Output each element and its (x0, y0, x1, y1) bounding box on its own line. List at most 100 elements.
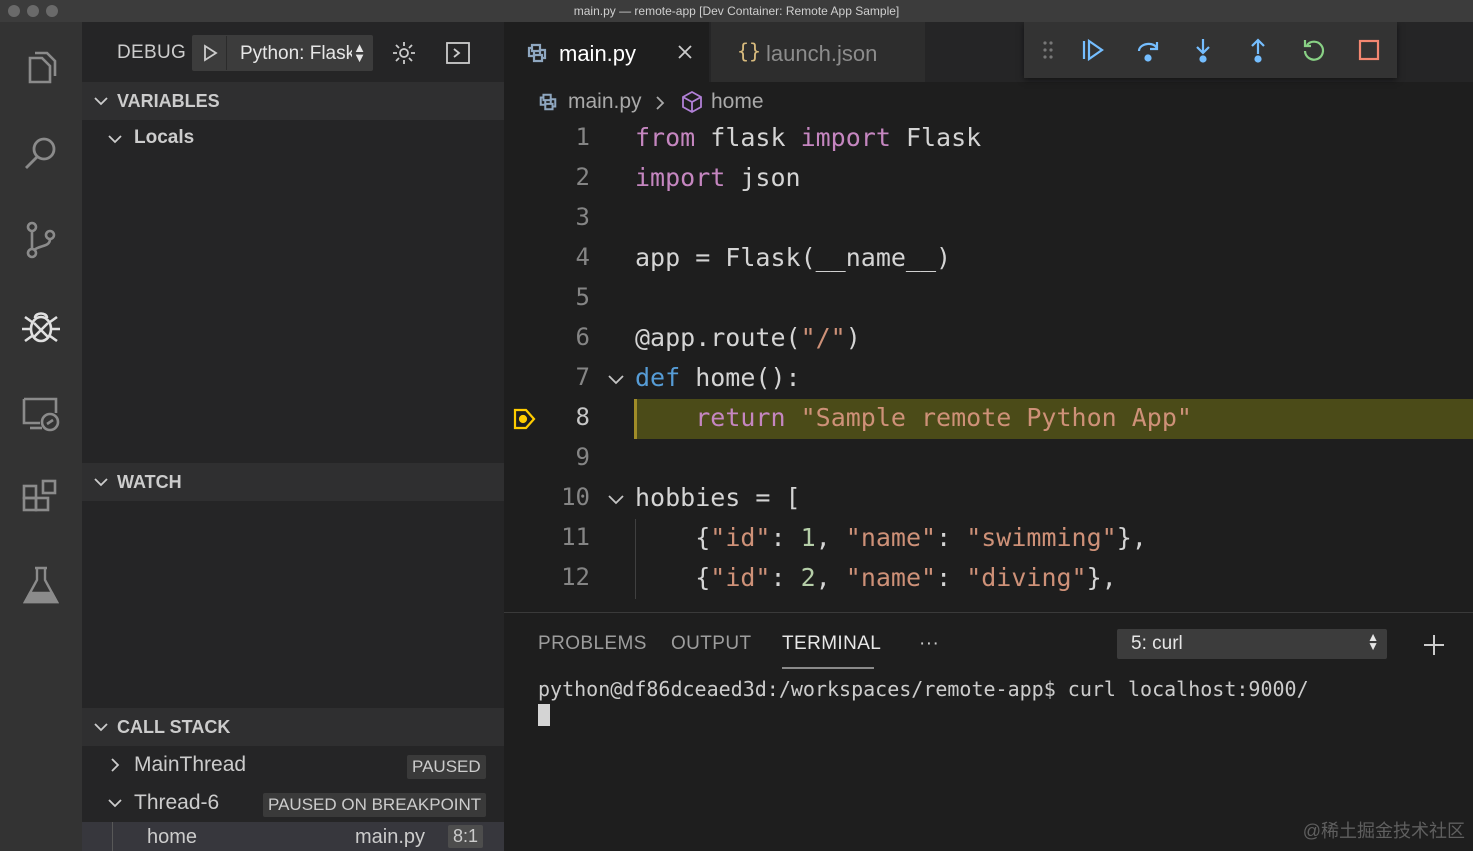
call-stack-section-header[interactable]: CALL STACK (82, 708, 504, 746)
tab-problems[interactable]: PROBLEMS (538, 633, 647, 655)
fold-chevron-icon[interactable] (606, 371, 626, 389)
editor-area: main.py {} launch.json main.py home 1 fr… (504, 22, 1473, 611)
tab-terminal[interactable]: TERMINAL (782, 633, 881, 655)
close-icon[interactable] (676, 43, 694, 61)
debug-icon[interactable] (16, 301, 66, 351)
thread-row-thread-6[interactable]: Thread-6 PAUSED ON BREAKPOINT (82, 784, 504, 822)
watch-section-header[interactable]: WATCH (82, 463, 504, 501)
line-number: 1 (575, 123, 590, 151)
line-code: return "Sample remote Python App" (695, 403, 1192, 432)
locals-scope[interactable]: Locals (82, 120, 504, 158)
code-line: 1 from flask import Flask (504, 119, 1473, 159)
start-debugging-button[interactable] (193, 36, 227, 70)
gear-icon[interactable] (386, 35, 422, 71)
new-terminal-button[interactable] (1418, 629, 1450, 661)
tab-label: launch.json (766, 41, 878, 66)
play-icon (203, 44, 218, 62)
line-number: 10 (561, 483, 590, 511)
more-actions-button[interactable]: ··· (919, 633, 939, 655)
continue-icon (1082, 38, 1104, 62)
watermark: @稀土掘金技术社区 (1302, 821, 1465, 841)
variables-section-header[interactable]: VARIABLES (82, 82, 504, 120)
source-control-icon[interactable] (16, 215, 66, 265)
code-line: 3 (504, 199, 1473, 239)
stop-button[interactable] (1354, 35, 1384, 65)
fold-chevron-icon[interactable] (606, 491, 626, 509)
search-icon[interactable] (16, 128, 66, 178)
stack-frame-row[interactable]: home main.py 8:1 (82, 822, 504, 851)
debug-toolbar: DEBUG Python: Flask ▲ ▼ (82, 22, 504, 82)
frame-file: main.py (355, 826, 426, 848)
active-tab-indicator (782, 667, 874, 669)
breadcrumb-file[interactable]: main.py (568, 90, 642, 114)
editor-tabs: main.py {} launch.json (504, 22, 1473, 82)
tab-main-py[interactable]: main.py (504, 22, 709, 82)
continue-button[interactable] (1078, 35, 1108, 65)
thread-name: MainThread (134, 753, 247, 776)
debug-console-icon[interactable] (440, 35, 476, 71)
line-number: 3 (575, 203, 590, 231)
restart-icon (1303, 40, 1325, 61)
select-arrows-icon: ▲ ▼ (353, 40, 366, 65)
tab-output[interactable]: OUTPUT (671, 633, 752, 655)
tab-label: main.py (559, 41, 637, 66)
line-number: 4 (575, 243, 590, 271)
chevron-down-icon (94, 478, 108, 487)
watch-title: WATCH (117, 472, 182, 492)
drag-handle-icon[interactable] (1042, 40, 1054, 60)
restart-button[interactable] (1299, 35, 1329, 65)
chevron-right-icon (656, 96, 665, 110)
step-out-button[interactable] (1243, 35, 1273, 65)
tab-launch-json[interactable]: {} launch.json (711, 22, 925, 82)
code-line: 10 hobbies = [ (504, 479, 1473, 519)
line-number: 8 (575, 403, 590, 431)
line-code: app = Flask(__name__) (635, 243, 952, 272)
code-line: 5 (504, 279, 1473, 319)
breadcrumb-symbol[interactable]: home (711, 90, 764, 114)
code-line: 12 {"id": 2, "name": "diving"}, (504, 559, 1473, 599)
line-number: 7 (575, 363, 590, 391)
step-over-button[interactable] (1133, 35, 1163, 65)
code-line: 9 (504, 439, 1473, 479)
python-file-icon (527, 43, 547, 63)
code-line: 6 @app.route("/") (504, 319, 1473, 359)
code-line: 4 app = Flask(__name__) (504, 239, 1473, 279)
terminal-command: curl localhost:9000/ (1055, 677, 1309, 701)
line-code: {"id": 1, "name": "swimming"}, (635, 523, 1147, 552)
step-out-icon (1251, 38, 1265, 63)
select-arrows-icon: ▲ ▼ (1367, 630, 1379, 653)
line-number: 11 (561, 523, 590, 551)
launch-config-name: Python: Flask (240, 43, 352, 64)
debug-sidebar: DEBUG Python: Flask ▲ ▼ VARIABLES Locals … (82, 22, 504, 851)
line-code: from flask import Flask (635, 123, 982, 152)
line-code: @app.route("/") (635, 323, 861, 352)
remote-explorer-icon[interactable] (16, 388, 66, 438)
line-code: {"id": 2, "name": "diving"}, (635, 563, 1117, 592)
thread-state-badge: PAUSED (407, 755, 486, 779)
step-into-button[interactable] (1188, 35, 1218, 65)
step-over-icon (1137, 42, 1159, 62)
debug-floating-toolbar (1024, 22, 1397, 78)
variables-title: VARIABLES (117, 91, 220, 111)
line-number: 9 (575, 443, 590, 471)
test-flask-icon[interactable] (16, 560, 66, 610)
current-line: 8 return "Sample remote Python App" (504, 399, 1473, 439)
code-line: 2 import json (504, 159, 1473, 199)
title-bar: main.py — remote-app [Dev Container: Rem… (0, 0, 1473, 22)
chevron-down-icon (94, 723, 108, 732)
extensions-icon[interactable] (16, 474, 66, 524)
step-into-icon (1196, 39, 1210, 63)
thread-row-mainthread[interactable]: MainThread PAUSED (82, 746, 504, 784)
locals-label: Locals (134, 127, 195, 148)
bottom-panel: PROBLEMS OUTPUT TERMINAL ··· 5: curl ▲ ▼ … (504, 612, 1473, 851)
thread-state-badge: PAUSED ON BREAKPOINT (263, 793, 487, 817)
terminal-select[interactable]: 5: curl ▲ ▼ (1117, 629, 1387, 659)
code-editor[interactable]: 1 from flask import Flask 2 import json … (504, 119, 1473, 611)
window-title: main.py — remote-app [Dev Container: Rem… (573, 4, 900, 18)
launch-config-select[interactable]: Python: Flask ▲ ▼ (192, 35, 373, 71)
code-line: 11 {"id": 1, "name": "swimming"}, (504, 519, 1473, 559)
line-code: import json (635, 163, 801, 192)
terminal-output[interactable]: python@df86dceaed3d:/workspaces/remote-a… (538, 677, 1309, 701)
thread-name: Thread-6 (134, 791, 220, 814)
files-icon[interactable] (16, 42, 66, 92)
